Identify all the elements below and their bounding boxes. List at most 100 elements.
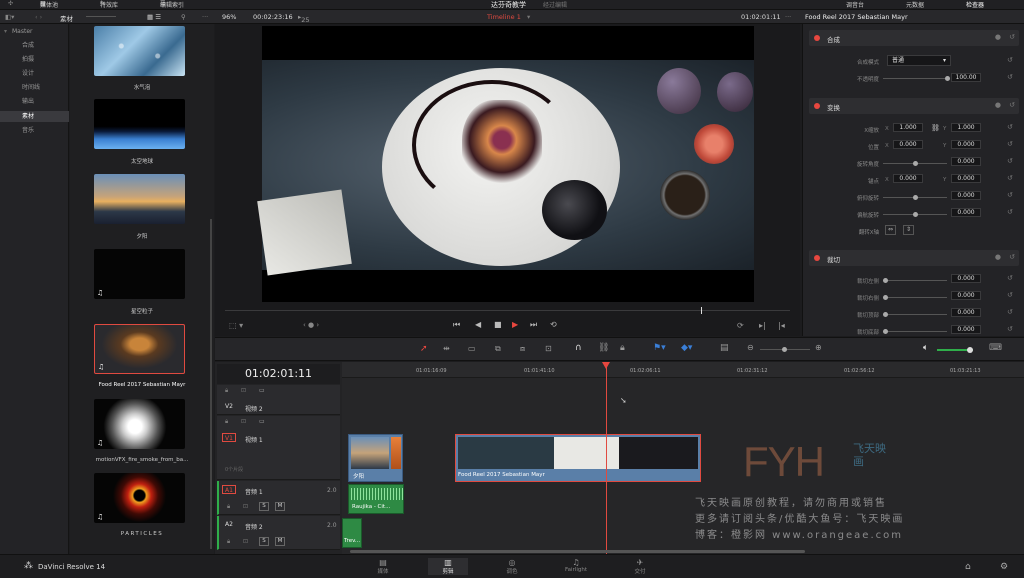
- marker-icon[interactable]: ◆▾: [681, 343, 692, 353]
- track-id[interactable]: V2: [222, 402, 236, 411]
- zoom-level[interactable]: 96%: [222, 13, 236, 21]
- timeline-ruler[interactable]: 01:01:16:09 01:01:41:10 01:02:06:11 01:0…: [342, 362, 1024, 378]
- next-frame-icon[interactable]: ▸|: [759, 321, 766, 330]
- grid-view-icon[interactable]: ▦ ☰: [147, 13, 161, 21]
- lock-track-icon[interactable]: 🔒︎: [225, 418, 228, 426]
- crop-left-slider[interactable]: [883, 278, 947, 283]
- metadata-button[interactable]: 元数据: [906, 0, 924, 9]
- media-scrollbar[interactable]: [210, 219, 212, 549]
- prev-frame-icon[interactable]: |◂: [778, 321, 785, 330]
- zoom-out-icon[interactable]: ⊖: [747, 343, 754, 352]
- bin-music[interactable]: 音乐: [8, 125, 68, 136]
- video-clip-sunset[interactable]: 夕阳: [348, 434, 403, 482]
- more-options-icon[interactable]: ···: [202, 13, 208, 21]
- playhead-marker-icon[interactable]: [602, 362, 610, 369]
- page-media[interactable]: ▤ 媒体: [363, 558, 403, 575]
- keyboard-icon[interactable]: ⌨: [989, 343, 1002, 353]
- reset-icon[interactable]: ↺: [1007, 123, 1013, 131]
- rotation-slider[interactable]: [883, 161, 947, 166]
- bin-design[interactable]: 设计: [8, 68, 68, 79]
- scrubber-playhead[interactable]: [701, 307, 702, 314]
- mute-button[interactable]: M: [275, 537, 285, 546]
- page-edit[interactable]: ▥ 剪辑: [428, 558, 468, 575]
- clip-thumbnail[interactable]: ♫: [94, 249, 185, 299]
- bin-master[interactable]: ▾ Master: [2, 26, 62, 37]
- clip-thumbnail[interactable]: ♫: [94, 399, 185, 449]
- timeline-scrollbar[interactable]: [350, 550, 805, 553]
- enable-toggle-icon[interactable]: [814, 35, 820, 41]
- timeline-playhead[interactable]: [602, 362, 610, 554]
- reset-icon[interactable]: ↺: [1007, 174, 1013, 182]
- match-frame-icon[interactable]: ⟳: [737, 321, 744, 330]
- crop-bottom-slider[interactable]: [883, 329, 947, 334]
- video-clip-food-reel[interactable]: Food Reel 2017 Sebastian Mayr: [455, 434, 701, 482]
- search-icon[interactable]: ⚲: [181, 13, 186, 21]
- go-to-start-icon[interactable]: ⏮: [453, 320, 460, 330]
- link-icon[interactable]: ⛓: [931, 124, 940, 132]
- zoom-in-icon[interactable]: ⊕: [815, 343, 822, 352]
- timeline-view-icon[interactable]: ▤: [720, 343, 729, 353]
- reset-icon[interactable]: ↺: [1007, 274, 1013, 282]
- zoom-y-value[interactable]: 1.000: [951, 123, 981, 132]
- clip-thumbnail[interactable]: [94, 99, 185, 149]
- track-visibility-icon[interactable]: ▭: [259, 387, 265, 394]
- enable-toggle-icon[interactable]: [814, 255, 820, 261]
- timeline-dropdown-icon[interactable]: ▾: [527, 13, 530, 21]
- track-id[interactable]: A1: [222, 485, 236, 494]
- trim-tool-icon[interactable]: ⇹: [443, 344, 450, 353]
- bin-shoot[interactable]: 拍摄: [8, 54, 68, 65]
- crop-right-slider[interactable]: [883, 295, 947, 300]
- solo-button[interactable]: S: [259, 502, 269, 511]
- page-fairlight[interactable]: ♫ Fairlight: [556, 558, 596, 573]
- lock-track-icon[interactable]: 🔒︎: [225, 387, 228, 395]
- volume-slider[interactable]: [937, 347, 973, 353]
- blade-tool-icon[interactable]: ▭: [468, 344, 476, 353]
- crop-left-value[interactable]: 0.000: [951, 274, 981, 283]
- bin-output[interactable]: 输出: [8, 96, 68, 107]
- transform-section-header[interactable]: 变换 ● ↺: [809, 98, 1019, 114]
- slider-knob[interactable]: [913, 161, 918, 166]
- slider-knob[interactable]: [782, 347, 787, 352]
- auto-select-icon[interactable]: ⊡: [241, 418, 246, 425]
- crop-top-value[interactable]: 0.000: [951, 308, 981, 317]
- lock-icon[interactable]: 🔒︎: [620, 343, 625, 353]
- crop-bottom-value[interactable]: 0.000: [951, 325, 981, 334]
- insert-clip-icon[interactable]: ⧉: [495, 344, 501, 354]
- slider-knob[interactable]: [913, 212, 918, 217]
- auto-select-icon[interactable]: ⊡: [241, 387, 246, 394]
- scrubber-bar[interactable]: [225, 307, 790, 314]
- composite-mode-select[interactable]: 普通 ▾: [887, 55, 951, 66]
- crop-top-slider[interactable]: [883, 312, 947, 317]
- slider-knob[interactable]: [883, 295, 888, 300]
- position-x-value[interactable]: 0.000: [893, 140, 923, 149]
- bin-timeline[interactable]: 时间线: [8, 82, 68, 93]
- rotation-value[interactable]: 0.000: [951, 157, 981, 166]
- clip-thumbnail[interactable]: [94, 26, 185, 76]
- panel-toggle-icon[interactable]: ◧▾: [5, 13, 14, 21]
- flag-icon[interactable]: ⚑▾: [653, 343, 666, 353]
- enable-toggle-icon[interactable]: [814, 103, 820, 109]
- reset-icon[interactable]: ↺: [1007, 56, 1013, 64]
- reset-icon[interactable]: ↺: [1007, 291, 1013, 299]
- thumb-size-slider[interactable]: [86, 16, 116, 17]
- settings-gear-icon[interactable]: ⚙: [1000, 562, 1008, 572]
- auto-select-icon[interactable]: ⊡: [243, 538, 248, 545]
- reset-icon[interactable]: ↺: [1007, 140, 1013, 148]
- auto-select-icon[interactable]: ⊡: [243, 503, 248, 510]
- timeline-zoom-slider[interactable]: [760, 347, 810, 352]
- reset-icon[interactable]: ↺: [1007, 325, 1013, 333]
- flip-vertical-icon[interactable]: ⇕: [903, 225, 914, 235]
- reset-icon[interactable]: ↺: [1007, 208, 1013, 216]
- bin-composite[interactable]: 合成: [8, 40, 68, 51]
- jog-control-icon[interactable]: ‹ ● ›: [303, 321, 319, 329]
- opacity-value[interactable]: 100.00: [951, 73, 981, 82]
- snapping-icon[interactable]: ∩: [575, 343, 582, 353]
- flip-horizontal-icon[interactable]: ⇔: [885, 225, 896, 235]
- nav-arrows-icon[interactable]: ‹ ›: [35, 13, 42, 21]
- solo-button[interactable]: S: [259, 537, 269, 546]
- track-visibility-icon[interactable]: ▭: [259, 418, 265, 425]
- slider-knob[interactable]: [945, 76, 950, 81]
- clip-thumbnail[interactable]: [94, 174, 185, 224]
- timeline-name[interactable]: Timeline 1: [487, 13, 521, 21]
- track-id[interactable]: V1: [222, 433, 236, 442]
